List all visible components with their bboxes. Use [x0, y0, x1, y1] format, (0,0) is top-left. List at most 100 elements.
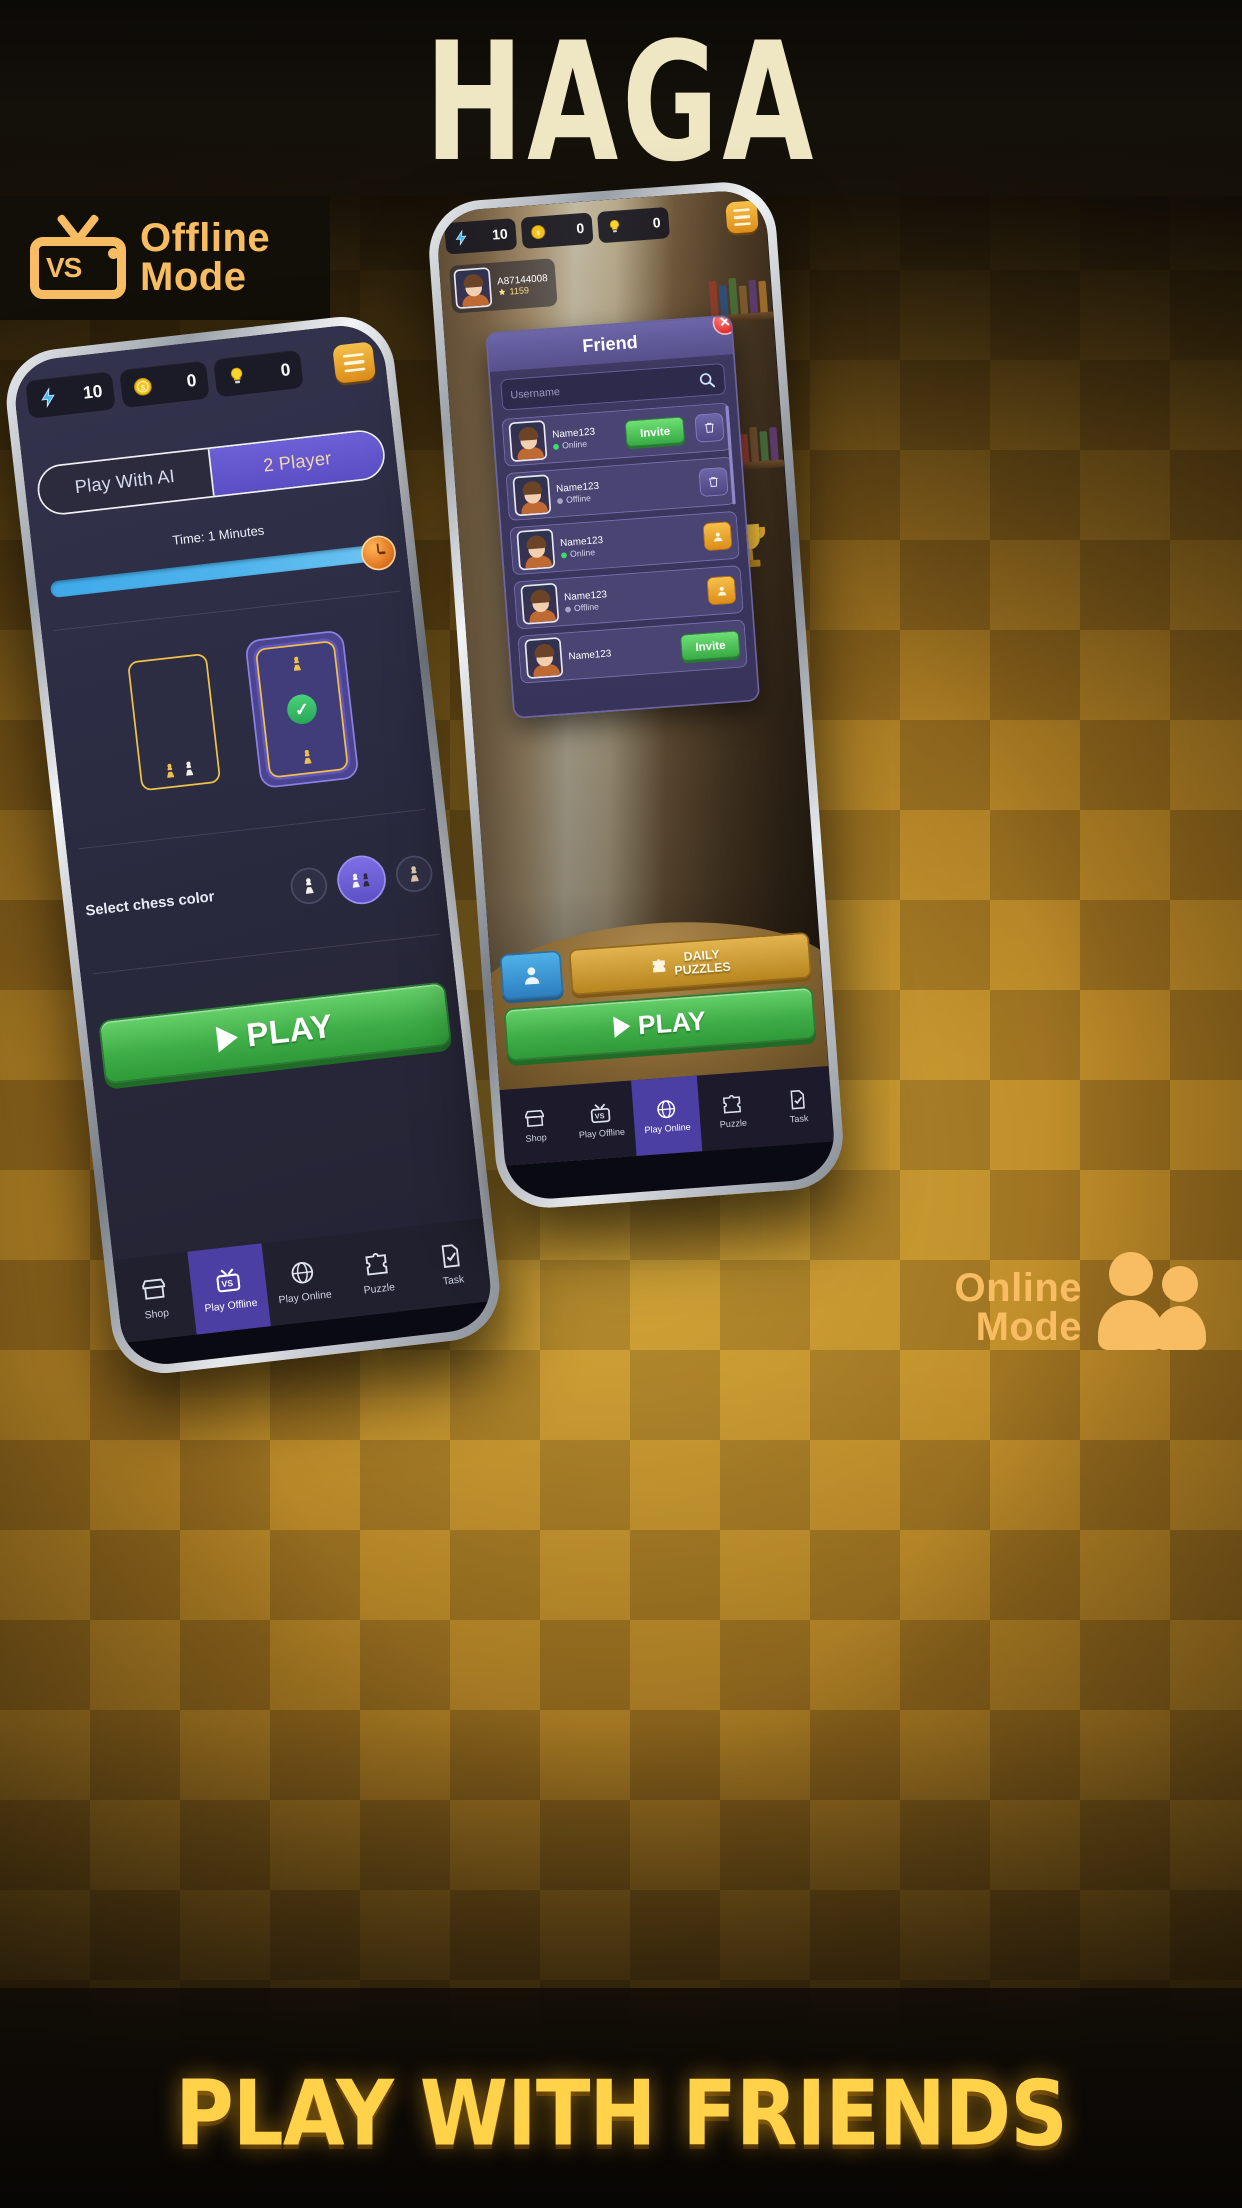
trash-icon	[708, 476, 718, 488]
people-icon	[1098, 1252, 1206, 1354]
puzzle-icon	[365, 1252, 388, 1276]
play-triangle-icon	[215, 1024, 240, 1053]
offline-badge-line1: Offline	[140, 215, 271, 260]
search-input[interactable]: Username	[500, 363, 727, 411]
status-dot-offline	[564, 606, 572, 613]
select-chess-color-label: Select chess color	[84, 887, 216, 920]
stat-energy-value: 10	[491, 226, 509, 243]
tab-play-with-ai[interactable]: Play With AI	[36, 449, 213, 516]
stat-hints[interactable]: 0	[597, 206, 670, 244]
avatar	[512, 474, 552, 517]
online-action-area: DAILY PUZZLES PLAY	[499, 931, 817, 1062]
nav-play-offline[interactable]: VS Play Offline	[565, 1080, 636, 1160]
friends-button[interactable]	[499, 950, 564, 1001]
pawn-pair-icon	[352, 873, 370, 888]
pawn-white-icon	[306, 878, 314, 894]
list-item[interactable]: Name123 Offline	[513, 565, 744, 630]
two-device-option[interactable]: ✓	[244, 629, 360, 790]
friend-name: Name123	[559, 533, 604, 549]
bottom-navbar[interactable]: Shop VS Play Offline Play Online Puzzle …	[113, 1217, 494, 1344]
nav-task-label: Task	[442, 1272, 465, 1287]
profile-button[interactable]	[702, 521, 733, 552]
nav-shop[interactable]: Shop	[500, 1085, 571, 1165]
coin-icon: $	[531, 225, 546, 240]
player-profile-chip[interactable]: A87144008 1159	[448, 258, 558, 314]
daily-puzzles-line2: PUZZLES	[674, 959, 732, 979]
status-dot-online	[560, 551, 568, 559]
nav-task[interactable]: Task	[410, 1218, 494, 1309]
stat-coins-value: 0	[575, 220, 585, 237]
stat-hints-value: 0	[652, 214, 662, 232]
page-title: HAGA	[424, 7, 818, 199]
bottom-band: PLAY WITH FRIENDS	[0, 1988, 1242, 2208]
list-item[interactable]: Name123 Online	[509, 510, 740, 576]
list-item[interactable]: Name123 Offline	[505, 456, 736, 521]
player-rating-value: 1159	[509, 285, 530, 298]
pawn-white-icon	[167, 763, 175, 778]
offline-badge-line2: Mode	[140, 255, 247, 299]
nav-shop-label: Shop	[525, 1132, 548, 1145]
mode-toggle[interactable]: Play With AI 2 Player	[34, 427, 388, 518]
single-device-option[interactable]	[118, 644, 230, 803]
nav-shop-label: Shop	[143, 1305, 170, 1321]
pawn-black-icon	[411, 866, 419, 882]
lightning-icon	[41, 387, 55, 408]
play-button-label: PLAY	[244, 1007, 335, 1054]
stat-coins-value: 0	[185, 370, 198, 391]
svg-text:VS: VS	[595, 1111, 605, 1121]
delete-button[interactable]	[698, 466, 729, 497]
status-dot-online	[552, 443, 560, 450]
friend-status-label: Online	[569, 547, 596, 560]
stat-energy[interactable]: 10	[25, 371, 116, 419]
avatar	[508, 420, 548, 463]
coin-icon: $	[134, 377, 152, 396]
play-button-label: PLAY	[636, 1005, 707, 1040]
search-icon[interactable]	[697, 370, 716, 389]
stat-hints[interactable]: 0	[213, 349, 304, 398]
online-badge-text: Online Mode	[955, 1268, 1082, 1349]
friend-dialog: ✕ Friend Username Name123 Online Invite …	[485, 314, 761, 719]
nav-task[interactable]: Task	[763, 1066, 834, 1146]
clock-icon[interactable]	[359, 533, 398, 573]
profile-button[interactable]	[706, 575, 737, 606]
invite-button[interactable]: Invite	[680, 630, 741, 662]
device-options: ✓	[57, 623, 421, 811]
rank-icon	[498, 288, 506, 296]
invite-button[interactable]: Invite	[625, 416, 686, 448]
stat-coins[interactable]: $ 0	[119, 360, 210, 409]
chess-color-random[interactable]	[334, 852, 389, 907]
stat-hints-value: 0	[279, 359, 292, 381]
nav-play-online-label: Play Online	[277, 1287, 333, 1306]
avatar	[453, 267, 493, 310]
title-band: HAGA	[0, 0, 1242, 196]
friend-name: Name123	[551, 425, 596, 441]
chess-color-white[interactable]	[288, 865, 330, 907]
tab-2-player[interactable]: 2 Player	[207, 429, 386, 496]
puzzle-icon	[722, 1095, 742, 1114]
nav-shop[interactable]: Shop	[113, 1252, 197, 1343]
online-badge-line2: Mode	[975, 1305, 1082, 1349]
friend-status-label: Online	[561, 439, 588, 451]
tv-vs-icon: VS	[30, 213, 126, 299]
nav-puzzle-label: Puzzle	[719, 1118, 748, 1131]
play-button[interactable]: PLAY	[98, 981, 453, 1085]
hamburger-menu-icon[interactable]	[332, 341, 377, 384]
chess-color-black[interactable]	[393, 853, 435, 895]
online-screen: 10 $ 0 0 A87144008 1159 ✕ Friend Usernam…	[435, 188, 834, 1166]
stat-coins[interactable]: $ 0	[520, 212, 594, 249]
list-item[interactable]: Name123 Invite	[517, 619, 748, 684]
nav-puzzle[interactable]: Puzzle	[697, 1071, 768, 1151]
friend-list[interactable]: Name123 Online Invite Name123 Offline Na…	[501, 402, 751, 716]
nav-play-online[interactable]: Play Online	[631, 1075, 703, 1157]
delete-button[interactable]	[694, 412, 725, 443]
hamburger-menu-icon[interactable]	[725, 200, 759, 234]
avatar	[524, 636, 564, 680]
nav-puzzle[interactable]: Puzzle	[336, 1226, 420, 1317]
stat-energy[interactable]: 10	[444, 218, 518, 255]
nav-play-online[interactable]: Play Online	[261, 1235, 345, 1326]
list-item[interactable]: Name123 Online Invite	[501, 402, 732, 467]
nav-play-offline[interactable]: VS Play Offline	[187, 1243, 271, 1335]
stat-energy-value: 10	[82, 381, 104, 403]
phone-mockup-online: 10 $ 0 0 A87144008 1159 ✕ Friend Usernam…	[425, 178, 847, 1212]
status-dot-offline	[556, 497, 564, 504]
